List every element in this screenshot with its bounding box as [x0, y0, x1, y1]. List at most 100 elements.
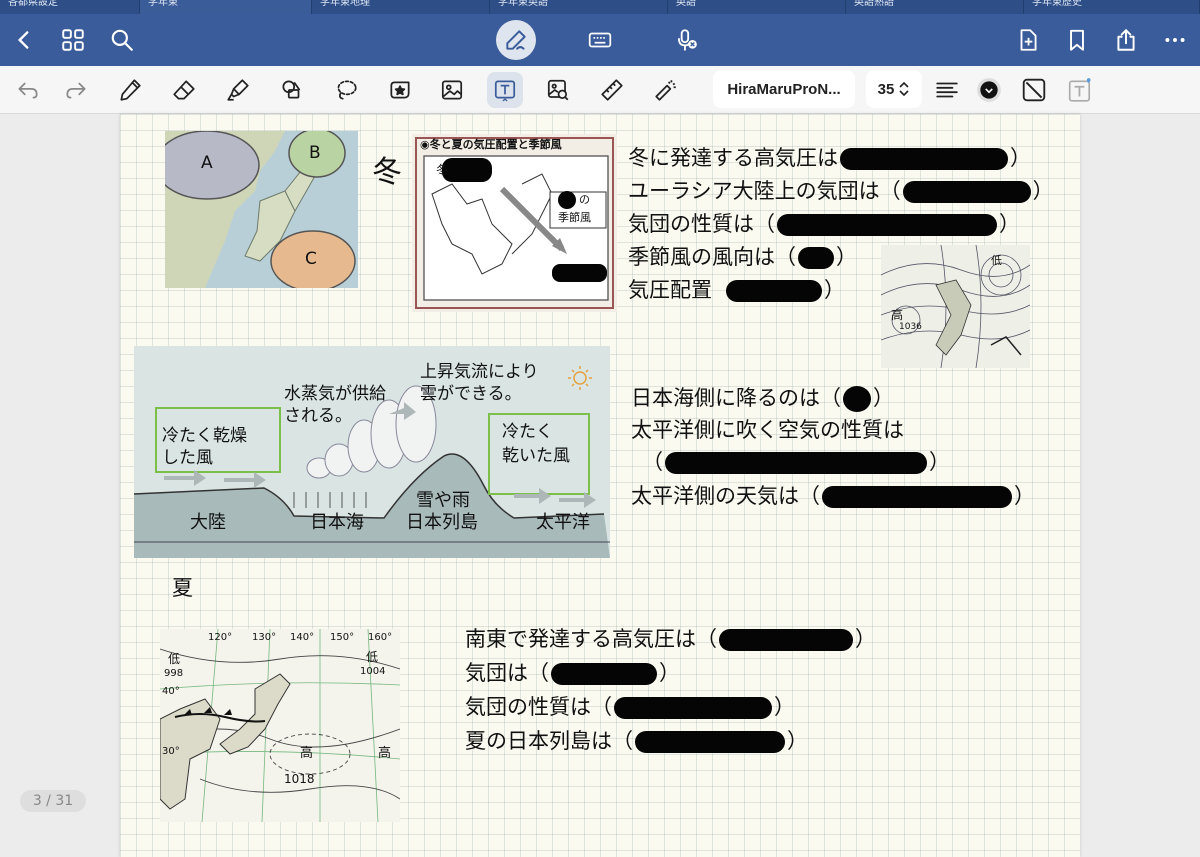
tab-4[interactable]: 学年東英語: [490, 0, 668, 14]
lat-label: 40°: [162, 686, 180, 697]
paren-close: ）: [659, 661, 680, 685]
text-color-button[interactable]: [971, 72, 1007, 108]
cross-question-3[interactable]: 太平洋側の天気は（ ）: [631, 486, 1035, 508]
question-text: 太平洋側の天気は（: [631, 484, 820, 508]
cold-dry-wind-label: 冷たく乾燥: [162, 426, 247, 446]
redacted-answer: [843, 386, 871, 412]
summer-weather-map-image[interactable]: 120° 130° 140° 150° 160° 40° 30° 低 998 低…: [160, 629, 400, 822]
image-search-tool[interactable]: [540, 72, 576, 108]
winter-question-5[interactable]: 気圧配置 ）: [628, 280, 845, 302]
paren-close: ）: [1010, 146, 1031, 170]
pacific-label: 太平洋: [536, 512, 590, 533]
pen-tool[interactable]: [112, 72, 148, 108]
tool-bar: HiraMaruProN... 35: [0, 66, 1200, 114]
high-pressure-label: 高: [300, 746, 314, 761]
paren-close: ）: [999, 212, 1020, 236]
ruler-tool[interactable]: [594, 72, 630, 108]
redacted-answer: [798, 247, 834, 269]
keyboard-button[interactable]: [580, 20, 620, 60]
add-page-icon: [1020, 29, 1037, 51]
paren-open: （: [642, 450, 663, 474]
search-button[interactable]: [102, 20, 142, 60]
align-left-icon: [936, 82, 958, 98]
undo-icon: [18, 82, 38, 99]
cross-question-1[interactable]: 日本海側に降るのは（ ）: [631, 386, 894, 412]
undo-button[interactable]: [10, 72, 46, 108]
no-fill-icon: [1022, 78, 1046, 102]
winter-heading: 冬: [372, 155, 402, 190]
canvas-area[interactable]: A B C 冬 ◉冬と夏の気圧配置と季節風 冬 の 季節風 冬に発達する高気圧は…: [0, 114, 1200, 857]
font-selector[interactable]: HiraMaruProN...: [713, 70, 855, 108]
tab-7[interactable]: 学年東歴史: [1024, 0, 1200, 14]
background-color-button[interactable]: [1016, 72, 1052, 108]
thumbnails-button[interactable]: [53, 20, 93, 60]
winter-question-3[interactable]: 気団の性質は（ ）: [628, 214, 1020, 236]
add-page-button[interactable]: [1008, 20, 1048, 60]
summer-question-4[interactable]: 夏の日本列島は（ ）: [465, 731, 808, 753]
highlighter-tool[interactable]: [220, 72, 256, 108]
text-box-icon: [494, 80, 516, 102]
winter-question-1[interactable]: 冬に発達する高気圧は ）: [628, 148, 1031, 170]
tab-5[interactable]: 英語: [668, 0, 846, 14]
text-style-icon: [1068, 78, 1091, 102]
pressure-value: 1004: [360, 666, 386, 677]
nav-bar: [0, 14, 1200, 66]
snow-rain-label: 雪や雨: [416, 490, 470, 511]
winter-question-2[interactable]: ユーラシア大陸上の気団は（ ）: [628, 181, 1054, 203]
redacted-answer: [719, 629, 853, 651]
question-text: 気団の性質は（: [465, 695, 612, 719]
eraser-tool[interactable]: [166, 72, 202, 108]
text-style-button[interactable]: [1062, 72, 1098, 108]
microphone-off-icon: [678, 29, 697, 51]
redo-button[interactable]: [58, 72, 94, 108]
winter-weather-map-image[interactable]: 高 1036 低: [881, 245, 1030, 368]
tab-1[interactable]: 各都県設定: [0, 0, 140, 14]
share-button[interactable]: [1106, 20, 1146, 60]
map-label-c: C: [305, 249, 317, 269]
chevron-left-icon: [17, 31, 29, 49]
laser-pointer-tool[interactable]: [648, 72, 684, 108]
question-text: 冬に発達する高気圧は: [628, 146, 838, 170]
air-mass-map-image[interactable]: A B C: [165, 131, 358, 288]
cross-section-image[interactable]: 上昇気流により 雲ができる。 水蒸気が供給 される。 冷たく乾燥 した風 冷たく…: [134, 346, 610, 558]
lon-label: 130°: [252, 632, 277, 643]
tab-label: 各都県設定: [8, 0, 58, 8]
text-align-button[interactable]: [929, 72, 965, 108]
tab-2[interactable]: 学年東: [140, 0, 312, 14]
summer-question-1[interactable]: 南東で発達する高気圧は（ ）: [465, 629, 876, 651]
diagram-corner-label: 冬: [436, 163, 449, 177]
microphone-button[interactable]: [666, 20, 706, 60]
paren-close: ）: [1014, 484, 1035, 508]
cross-question-2[interactable]: 太平洋側に吹く空気の性質は: [631, 420, 904, 441]
note-page[interactable]: A B C 冬 ◉冬と夏の気圧配置と季節風 冬 の 季節風 冬に発達する高気圧は…: [120, 114, 1080, 857]
pen-mode-button[interactable]: [496, 20, 536, 60]
font-size-selector[interactable]: 35: [866, 70, 922, 108]
lasso-tool[interactable]: [328, 72, 364, 108]
continent-label: 大陸: [190, 512, 226, 533]
highlighter-icon: [227, 79, 249, 101]
font-size-label: 35: [877, 80, 895, 98]
paren-close: ）: [1032, 179, 1054, 203]
winter-question-4[interactable]: 季節風の風向は（ ）: [628, 247, 857, 269]
vapor-supply-label: 水蒸気が供給: [284, 384, 386, 404]
winter-pressure-diagram-image[interactable]: ◉冬と夏の気圧配置と季節風 冬 の 季節風: [412, 134, 617, 312]
cross-question-2-answer[interactable]: （）: [642, 452, 950, 474]
more-button[interactable]: [1155, 20, 1195, 60]
pen-icon: [120, 79, 141, 101]
tab-label: 英語熟語: [854, 0, 894, 8]
sticker-tool[interactable]: [382, 72, 418, 108]
text-tool[interactable]: [487, 72, 523, 108]
map-label-b: B: [309, 143, 321, 163]
tab-strip: 各都県設定 学年東 学年東地理 学年東英語 英語 英語熟語 学年東歴史: [0, 0, 1200, 14]
question-text: 太平洋側に吹く空気の性質は: [631, 418, 904, 442]
bookmark-button[interactable]: [1057, 20, 1097, 60]
summer-question-2[interactable]: 気団は（ ）: [465, 663, 680, 685]
lasso-icon: [337, 80, 357, 100]
pen-writing-icon: [506, 30, 526, 50]
image-tool[interactable]: [434, 72, 470, 108]
tab-3[interactable]: 学年東地理: [312, 0, 490, 14]
tab-6[interactable]: 英語熟語: [846, 0, 1024, 14]
shape-tool[interactable]: [274, 72, 310, 108]
back-button[interactable]: [4, 20, 44, 60]
summer-question-3[interactable]: 気団の性質は（ ）: [465, 697, 795, 719]
